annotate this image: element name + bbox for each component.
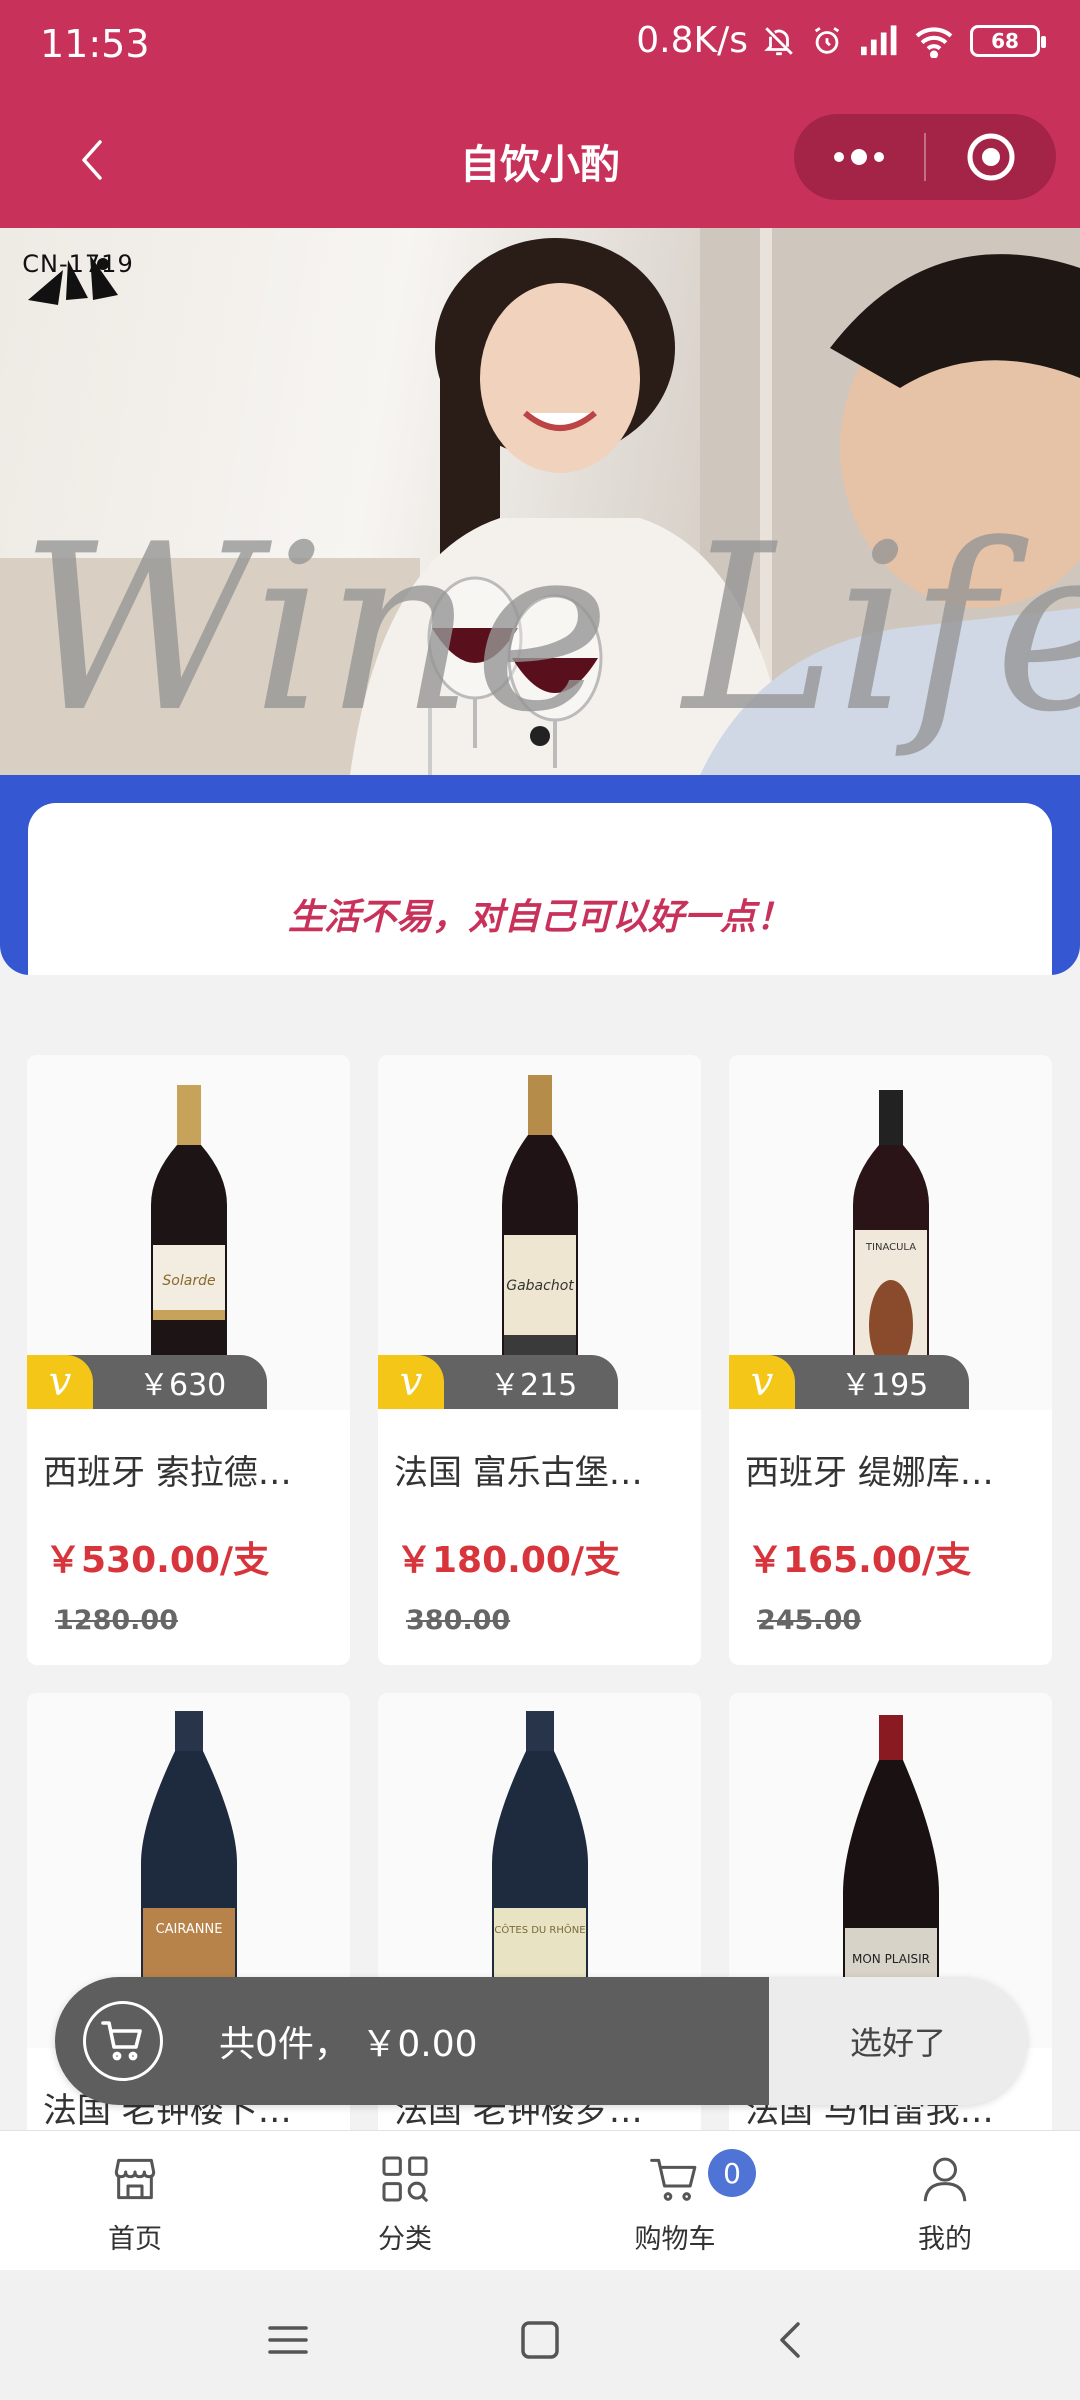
product-card[interactable]: Solarde v ￥630 西班牙 索拉德… ￥530.00/支 1280.0…: [27, 1055, 350, 1665]
more-button[interactable]: [794, 114, 924, 200]
original-price: 245.00: [757, 1605, 862, 1636]
back-triangle-icon: [780, 2322, 800, 2358]
tab-bar: 首页 分类 购物车 0 我的: [0, 2130, 1080, 2270]
home-square-icon: [521, 2321, 559, 2359]
slogan-card: 生活不易，对自己可以好一点！: [28, 803, 1052, 975]
cart-icon: [650, 2158, 697, 2201]
vip-icon: v: [378, 1355, 444, 1409]
svg-text:TINACULA: TINACULA: [865, 1242, 916, 1253]
svg-text:CÔTES DU RHÔNE: CÔTES DU RHÔNE: [494, 1923, 585, 1936]
svg-text:MON PLAISIR: MON PLAISIR: [852, 1952, 930, 1966]
status-time: 11:53: [40, 22, 150, 66]
store-icon: [114, 2158, 156, 2200]
tab-home[interactable]: 首页: [0, 2131, 270, 2270]
category-grid-icon: [382, 2156, 429, 2203]
member-price: ￥195: [841, 1368, 929, 1403]
slogan-text: 生活不易，对自己可以好一点！: [287, 897, 792, 938]
member-price: ￥630: [139, 1368, 227, 1403]
cart-bar: 共0件， ￥0.00 选好了: [55, 1977, 1027, 2105]
more-dots-icon: [834, 149, 884, 165]
back-nav-button[interactable]: [762, 2310, 822, 2370]
member-price-tag: v ￥195: [729, 1355, 969, 1409]
menu-button[interactable]: [258, 2310, 318, 2370]
menu-icon: [268, 2326, 308, 2354]
vip-icon: v: [729, 1355, 795, 1409]
product-card[interactable]: TINACULA v ￥195 西班牙 缇娜库… ￥165.00/支 245.0…: [729, 1055, 1052, 1665]
status-icons: 0.8K/s 68: [636, 20, 1046, 61]
member-price-tag: v ￥630: [27, 1355, 267, 1409]
tab-label: 首页: [108, 2224, 162, 2255]
cart-icon: [101, 2021, 142, 2061]
bell-off-icon: [764, 26, 793, 55]
signal-icon: [861, 24, 897, 55]
mini-program-capsule: [794, 114, 1056, 200]
record-circle-icon: [967, 133, 1015, 181]
alarm-icon: [814, 26, 840, 54]
net-speed: 0.8K/s: [636, 20, 748, 61]
member-price-tag: v ￥215: [378, 1355, 618, 1409]
product-name: 法国 富乐古堡…: [394, 1453, 643, 1493]
cart-count-badge: 0: [708, 2149, 756, 2197]
product-price: ￥165.00/支: [747, 1540, 972, 1581]
svg-text:Solarde: Solarde: [162, 1273, 215, 1289]
tab-label: 分类: [378, 2224, 432, 2255]
user-icon: [923, 2157, 967, 2202]
member-price: ￥215: [490, 1368, 578, 1403]
product-price: ￥530.00/支: [45, 1540, 270, 1581]
system-nav-bar: [0, 2270, 1080, 2400]
tab-label: 我的: [918, 2224, 972, 2255]
vip-icon: v: [27, 1355, 93, 1409]
wine-life-script: Wine Life: [20, 496, 1080, 763]
tab-label: 购物车: [634, 2224, 716, 2255]
product-name: 西班牙 缇娜库…: [745, 1453, 994, 1493]
close-miniprogram-button[interactable]: [926, 114, 1056, 200]
home-button[interactable]: [510, 2310, 570, 2370]
tab-profile[interactable]: 我的: [810, 2131, 1080, 2270]
carousel-indicator[interactable]: [530, 726, 550, 746]
product-card[interactable]: Gabachot v ￥215 法国 富乐古堡… ￥180.00/支 380.0…: [378, 1055, 701, 1665]
original-price: 380.00: [406, 1605, 511, 1636]
confirm-selection-button[interactable]: 选好了: [769, 1977, 1027, 2105]
tab-cart[interactable]: 购物车 0: [540, 2131, 810, 2270]
cart-summary-area[interactable]: 共0件， ￥0.00: [55, 1977, 769, 2105]
svg-text:CAIRANNE: CAIRANNE: [156, 1922, 223, 1937]
cart-button[interactable]: [83, 2001, 163, 2081]
original-price: 1280.00: [55, 1605, 178, 1636]
status-bar: 11:53 0.8K/s 68: [0, 0, 1080, 96]
tab-category[interactable]: 分类: [270, 2131, 540, 2270]
product-name: 西班牙 索拉德…: [43, 1453, 292, 1493]
svg-text:Wine Life: Wine Life: [20, 496, 1080, 763]
nav-bar: 自饮小酌: [0, 96, 1080, 228]
battery-indicator: 68: [970, 24, 1046, 57]
product-price: ￥180.00/支: [396, 1540, 621, 1581]
cart-summary-text: 共0件， ￥0.00: [219, 2024, 478, 2065]
svg-text:Gabachot: Gabachot: [506, 1278, 574, 1294]
promo-banner[interactable]: CN-1719 Wine Life: [0, 228, 1080, 775]
wifi-icon: [915, 26, 953, 58]
